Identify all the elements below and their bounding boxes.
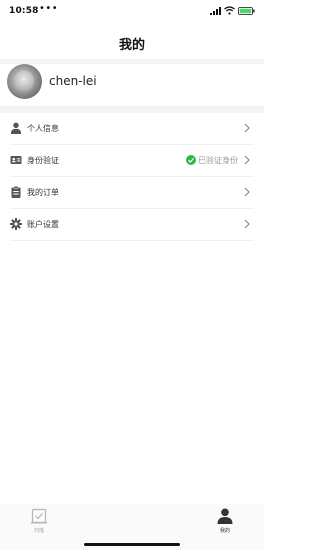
verified-badge: 已验证身份	[186, 154, 238, 166]
menu-item-my-orders[interactable]: 我的订单	[0, 177, 264, 209]
profile-header[interactable]: chen-lei	[0, 64, 264, 104]
section-divider	[0, 106, 264, 113]
menu-item-identity-verification[interactable]: 身份验证 已验证身份	[0, 145, 264, 177]
status-time: 10:58	[9, 6, 39, 16]
menu-item-label: 个人信息	[27, 124, 59, 133]
avatar[interactable]	[7, 64, 42, 99]
battery-icon	[238, 7, 255, 15]
menu-item-label: 我的订单	[27, 188, 59, 197]
menu-item-account-settings[interactable]: 账户设置	[0, 209, 264, 241]
scan-icon	[31, 508, 47, 524]
tab-scan[interactable]: 扫描	[19, 508, 59, 538]
chevron-right-icon	[244, 219, 250, 229]
status-dots: •••	[39, 3, 59, 14]
menu-item-personal-info[interactable]: 个人信息	[0, 113, 264, 145]
menu-item-label: 账户设置	[27, 220, 59, 229]
check-circle-icon	[186, 155, 196, 165]
chevron-right-icon	[244, 123, 250, 133]
menu-item-label: 身份验证	[27, 156, 59, 165]
tab-mine[interactable]: 我的	[205, 508, 245, 538]
chevron-right-icon	[244, 155, 250, 165]
username: chen-lei	[49, 74, 97, 88]
settings-menu: 个人信息 身份验证 已验证身份 我的订单 账户设置	[0, 113, 264, 241]
id-card-icon	[10, 156, 22, 164]
gear-icon	[10, 218, 22, 230]
chevron-right-icon	[244, 187, 250, 197]
page-title: 我的	[118, 38, 145, 53]
status-bar: 10:58 •••	[0, 0, 264, 24]
clipboard-icon	[11, 186, 21, 198]
tab-label: 我的	[219, 528, 230, 534]
wifi-icon	[224, 6, 235, 15]
person-icon	[10, 122, 22, 134]
home-indicator	[84, 543, 180, 546]
verified-status-text: 已验证身份	[198, 155, 238, 165]
tab-label: 扫描	[33, 528, 44, 534]
profile-icon	[217, 508, 233, 524]
signal-icon	[210, 7, 221, 15]
